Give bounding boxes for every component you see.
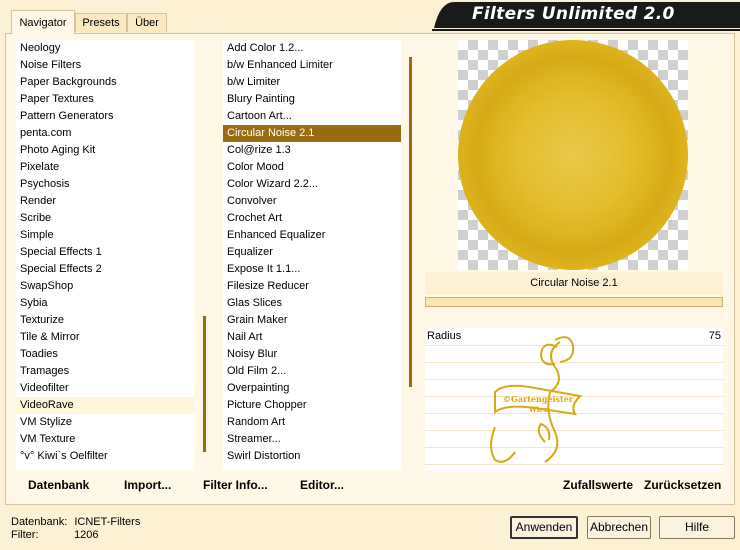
status-filter-label: Filter: [11,529,39,541]
editor-button[interactable]: Editor... [300,478,344,494]
category-item[interactable]: Scribe [16,210,194,227]
category-item[interactable]: SwapShop [16,278,194,295]
category-item[interactable]: penta.com [16,125,194,142]
database-button[interactable]: Datenbank [28,478,89,494]
category-item[interactable]: Simple [16,227,194,244]
param-label: Radius [427,330,462,342]
category-item[interactable]: Pixelate [16,159,194,176]
filter-item[interactable]: Swirl Distortion [223,448,401,465]
filter-item[interactable]: Filesize Reducer [223,278,401,295]
parameter-panel: Radius 75 ©Gartengeister Wien [425,328,723,471]
filter-item[interactable]: Nail Art [223,329,401,346]
filter-item[interactable]: Random Art [223,414,401,431]
status-filter-count: 1206 [74,529,99,541]
category-item[interactable]: VideoRave [16,397,194,414]
watermark-logo: ©Gartengeister Wien [490,336,583,463]
param-value[interactable]: 75 [709,330,721,342]
category-items: Neology Noise Filters Paper Backgrounds Pap… [16,40,194,465]
filter-item[interactable]: Cartoon Art... [223,108,401,125]
filter-scrollbar[interactable] [404,40,418,470]
status-database-value: ICNET-Filters [74,516,141,528]
preview-slider[interactable] [425,297,723,307]
category-item[interactable]: Texturize [16,312,194,329]
tab-ueber[interactable]: Über [127,13,167,32]
cancel-button[interactable]: Abbrechen [587,516,651,539]
status-area: Datenbank: ICNET-Filters Filter: 1206 [11,516,140,542]
category-item[interactable]: Pattern Generators [16,108,194,125]
preview-filter-name: Circular Noise 2.1 [425,272,723,295]
filter-item[interactable]: Blury Painting [223,91,401,108]
category-item[interactable]: Paper Backgrounds [16,74,194,91]
filter-item[interactable]: Grain Maker [223,312,401,329]
help-button[interactable]: Hilfe [659,516,735,539]
category-item[interactable]: Sybia [16,295,194,312]
tab-presets[interactable]: Presets [75,13,127,32]
filter-items: Add Color 1.2... b/w Enhanced Limiter b/w … [223,40,401,465]
filter-item[interactable]: Enhanced Equalizer [223,227,401,244]
category-item[interactable]: Toadies [16,346,194,363]
category-item[interactable]: VM Stylize [16,414,194,431]
preview-image [458,40,688,270]
category-item[interactable]: Videofilter [16,380,194,397]
filter-item[interactable]: Glas Slices [223,295,401,312]
watermark-text: ©Gartengeister [503,394,574,404]
category-item[interactable]: Special Effects 2 [16,261,194,278]
filter-item[interactable]: Equalizer [223,244,401,261]
category-item[interactable]: °v° Kiwi`s Oelfilter [16,448,194,465]
filter-item[interactable]: Convolver [223,193,401,210]
category-item[interactable]: Photo Aging Kit [16,142,194,159]
filter-item[interactable]: Crochet Art [223,210,401,227]
category-item[interactable]: VM Texture [16,431,194,448]
filter-item[interactable]: Overpainting [223,380,401,397]
category-scrollbar-thumb[interactable] [203,316,206,452]
title-banner: Filters Unlimited 2.0 [432,0,740,32]
category-item[interactable]: Tile & Mirror [16,329,194,346]
tab-navigator[interactable]: Navigator [11,10,75,34]
filter-item[interactable]: Streamer... [223,431,401,448]
filter-info-button[interactable]: Filter Info... [203,478,268,494]
preview-circle [458,40,688,270]
category-item[interactable]: Neology [16,40,194,57]
apply-button[interactable]: Anwenden [510,516,578,539]
category-list[interactable]: Neology Noise Filters Paper Backgrounds Pap… [16,40,194,470]
filter-item[interactable]: Expose It 1.1... [223,261,401,278]
app-title: Filters Unlimited 2.0 [472,4,675,24]
filter-item[interactable]: Old Film 2... [223,363,401,380]
randomize-button[interactable]: Zufallswerte [563,478,633,494]
category-item[interactable]: Noise Filters [16,57,194,74]
category-item[interactable]: Tramages [16,363,194,380]
filter-item[interactable]: b/w Limiter [223,74,401,91]
status-database-label: Datenbank: [11,516,68,528]
filter-item[interactable]: Color Wizard 2.2... [223,176,401,193]
reset-button[interactable]: Zurücksetzen [644,478,721,494]
filter-item[interactable]: Add Color 1.2... [223,40,401,57]
filter-item[interactable]: Col@rize 1.3 [223,142,401,159]
filter-item[interactable]: Picture Chopper [223,397,401,414]
category-item[interactable]: Psychosis [16,176,194,193]
category-scrollbar[interactable] [198,40,212,470]
filter-item[interactable]: Color Mood [223,159,401,176]
filter-scrollbar-thumb[interactable] [409,57,412,387]
filter-item[interactable]: Circular Noise 2.1 [223,125,401,142]
category-item[interactable]: Paper Textures [16,91,194,108]
import-button[interactable]: Import... [124,478,171,494]
filter-list[interactable]: Add Color 1.2... b/w Enhanced Limiter b/w … [223,40,401,470]
category-item[interactable]: Render [16,193,194,210]
watermark-text-2: Wien [528,405,549,414]
category-item[interactable]: Special Effects 1 [16,244,194,261]
filter-item[interactable]: Noisy Blur [223,346,401,363]
filter-item[interactable]: b/w Enhanced Limiter [223,57,401,74]
